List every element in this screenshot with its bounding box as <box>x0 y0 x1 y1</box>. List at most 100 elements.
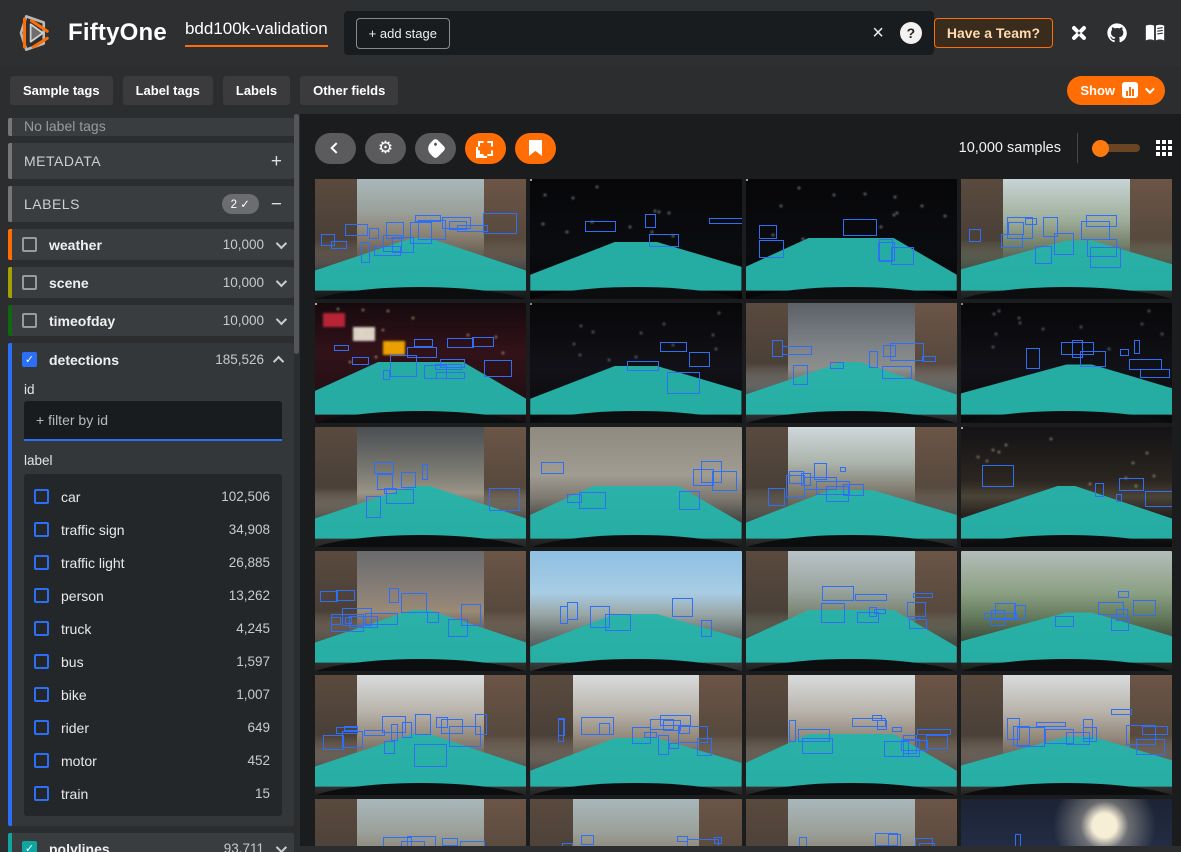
patches-button[interactable] <box>465 133 506 164</box>
chevron-down-icon[interactable] <box>276 275 287 286</box>
add-stage-button[interactable]: + add stage <box>356 18 450 49</box>
tab-sample-tags[interactable]: Sample tags <box>10 76 113 105</box>
chevron-down-icon[interactable] <box>276 841 287 852</box>
chevron-down-icon[interactable] <box>276 313 287 324</box>
have-a-team-button[interactable]: Have a Team? <box>934 18 1053 48</box>
sample-tile[interactable] <box>315 675 526 795</box>
sample-tile[interactable] <box>315 427 526 547</box>
class-row-rider[interactable]: rider649 <box>34 711 272 744</box>
detection-box <box>1017 727 1045 747</box>
dataset-name[interactable]: bdd100k-validation <box>185 19 328 47</box>
class-row-train[interactable]: train15 <box>34 777 272 810</box>
sample-tile[interactable] <box>530 799 741 846</box>
chevron-down-icon[interactable] <box>276 237 287 248</box>
view-stage-bar[interactable]: + add stage × ? <box>344 11 934 55</box>
detection-box <box>331 614 365 632</box>
tag-button[interactable] <box>415 133 456 164</box>
sample-tile[interactable] <box>530 551 741 671</box>
class-checkbox[interactable] <box>34 588 49 603</box>
tab-label-tags[interactable]: Label tags <box>123 76 213 105</box>
detection-box <box>369 228 379 238</box>
class-row-bike[interactable]: bike1,007 <box>34 678 272 711</box>
sample-tile[interactable] <box>315 551 526 671</box>
sample-tile[interactable] <box>530 427 741 547</box>
github-icon[interactable] <box>1105 21 1129 45</box>
collapse-icon[interactable]: − <box>271 195 282 214</box>
labels-section-header[interactable]: LABELS 2 ✓ − <box>8 186 294 222</box>
weather-checkbox[interactable] <box>22 237 37 252</box>
class-row-traffic-sign[interactable]: traffic sign34,908 <box>34 513 272 546</box>
sample-tile[interactable] <box>315 799 526 846</box>
settings-button[interactable]: ⚙ <box>365 133 406 164</box>
field-count: 10,000 <box>223 313 264 328</box>
class-row-motor[interactable]: motor452 <box>34 744 272 777</box>
expand-icon[interactable]: + <box>271 152 282 171</box>
sample-tile[interactable] <box>746 551 957 671</box>
slack-icon[interactable] <box>1067 21 1091 45</box>
sample-tile[interactable] <box>530 179 741 299</box>
field-row-weather[interactable]: weather10,000 <box>8 229 294 260</box>
sample-tile[interactable] <box>961 551 1172 671</box>
class-checkbox[interactable] <box>34 489 49 504</box>
sample-tile[interactable] <box>746 179 957 299</box>
sample-tile[interactable] <box>961 675 1172 795</box>
sample-tile[interactable] <box>961 799 1172 846</box>
show-button-label: Show <box>1080 83 1115 98</box>
class-checkbox[interactable] <box>34 786 49 801</box>
scene-lights <box>315 303 317 305</box>
class-checkbox[interactable] <box>34 522 49 537</box>
class-checkbox[interactable] <box>34 621 49 636</box>
sample-tile[interactable] <box>530 303 741 423</box>
class-row-truck[interactable]: truck4,245 <box>34 612 272 645</box>
tab-other-fields[interactable]: Other fields <box>300 76 398 105</box>
sample-tile[interactable] <box>961 303 1172 423</box>
detection-box <box>917 729 950 735</box>
detections-checkbox[interactable]: ✓ <box>22 352 37 367</box>
docs-icon[interactable] <box>1143 21 1167 45</box>
field-row-scene[interactable]: scene10,000 <box>8 267 294 298</box>
bookmark-button[interactable] <box>515 133 556 164</box>
id-filter-input[interactable] <box>24 401 282 441</box>
slider-knob[interactable] <box>1092 140 1109 157</box>
sample-tile[interactable] <box>530 675 741 795</box>
polylines-checkbox[interactable]: ✓ <box>22 841 37 852</box>
close-icon[interactable]: × <box>872 22 884 45</box>
metadata-section-header[interactable]: METADATA + <box>8 143 294 179</box>
sample-tile[interactable] <box>961 179 1172 299</box>
sample-tile[interactable] <box>746 427 957 547</box>
scene-checkbox[interactable] <box>22 275 37 290</box>
class-row-bus[interactable]: bus1,597 <box>34 645 272 678</box>
class-checkbox[interactable] <box>34 654 49 669</box>
segmentation-overlay <box>961 486 1172 539</box>
timeofday-checkbox[interactable] <box>22 313 37 328</box>
tab-labels[interactable]: Labels <box>223 76 290 105</box>
class-row-car[interactable]: car102,506 <box>34 480 272 513</box>
field-row-polylines[interactable]: ✓ polylines 93,711 <box>8 833 294 852</box>
sample-tile[interactable] <box>961 427 1172 547</box>
sample-tile[interactable] <box>315 303 526 423</box>
sample-tile[interactable] <box>315 179 526 299</box>
field-row-detections[interactable]: ✓ detections 185,526 <box>12 343 294 376</box>
grid-view-icon[interactable] <box>1156 140 1172 156</box>
class-checkbox[interactable] <box>34 555 49 570</box>
tile-size-slider[interactable] <box>1094 144 1140 152</box>
selected-count-badge: 2 ✓ <box>222 194 259 214</box>
class-checkbox[interactable] <box>34 687 49 702</box>
chevron-up-icon[interactable] <box>273 355 284 366</box>
show-button[interactable]: Show <box>1067 76 1165 105</box>
help-icon[interactable]: ? <box>900 22 922 44</box>
class-row-traffic-light[interactable]: traffic light26,885 <box>34 546 272 579</box>
scene-building <box>484 799 526 846</box>
back-button[interactable] <box>315 133 356 164</box>
sample-tile[interactable] <box>746 303 957 423</box>
samples-grid <box>315 179 1172 846</box>
sidebar-scrollbar[interactable] <box>294 114 299 354</box>
detection-box <box>919 843 935 846</box>
field-row-timeofday[interactable]: timeofday10,000 <box>8 305 294 336</box>
class-row-person[interactable]: person13,262 <box>34 579 272 612</box>
class-checkbox[interactable] <box>34 753 49 768</box>
sample-tile[interactable] <box>746 799 957 846</box>
detection-box <box>984 613 1017 619</box>
class-checkbox[interactable] <box>34 720 49 735</box>
sample-tile[interactable] <box>746 675 957 795</box>
